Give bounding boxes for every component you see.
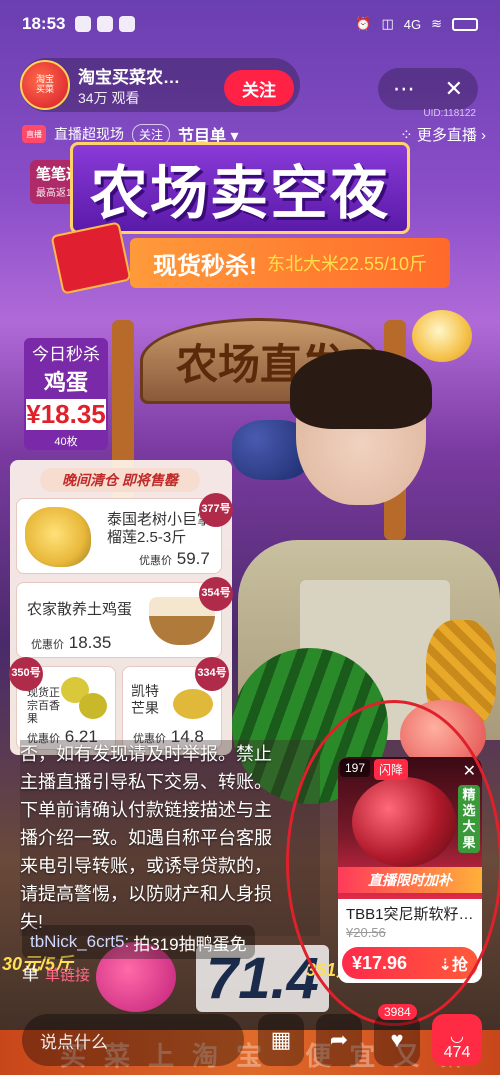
uid-label: UID:118122 [423, 108, 476, 119]
mango-image [173, 689, 213, 719]
board-item: 农家散养土鸡蛋 优惠价 18.35 354号 [16, 577, 233, 658]
top-right-controls: ⋯ ✕ [378, 68, 478, 110]
product-number-badge: 197 [340, 759, 371, 777]
sale-price: ¥17.96 [352, 952, 408, 973]
arrow-down-icon: ⇣ [438, 957, 452, 974]
cart-count: 474 [443, 1044, 471, 1061]
more-icon[interactable]: ⋯ [393, 76, 415, 102]
viewer-count: 34万 观看 [78, 89, 140, 106]
like-count: 3984 [378, 1004, 417, 1020]
grab-button[interactable]: ¥17.96 ⇣抢 [342, 947, 478, 979]
item-number-badge: 334号 [195, 657, 229, 691]
banner-title: 农场卖空夜 [70, 142, 410, 234]
status-bar: 18:53 ⏰ ◫ 4G ≋ [0, 0, 500, 48]
grab-label: ⇣抢 [438, 957, 468, 974]
close-icon[interactable]: ✕ [445, 76, 463, 102]
alarm-icon: ⏰ [355, 16, 372, 31]
flash-price-badge: 闪降 [374, 759, 409, 780]
chat-username[interactable]: tbNick_6crt5: [30, 932, 129, 952]
durian-image [25, 507, 91, 567]
item-number-badge: 377号 [199, 493, 233, 527]
pomegranate-image [352, 777, 456, 867]
app-notification-icon [97, 16, 114, 32]
chat-message-cont: 单单链接 [22, 965, 91, 984]
cart-icon: ◡ [450, 1028, 464, 1045]
banner-subtitle: 现货秒杀! 东北大米22.55/10斤 [130, 238, 450, 288]
network-label: 4G [403, 16, 422, 32]
clearance-board: 晚间清仓 即将售罄 泰国老树小巨掌榴莲2.5-3斤 优惠价 59.7 377号 … [9, 460, 233, 755]
board-item: 泰国老树小巨掌榴莲2.5-3斤 优惠价 59.7 377号 [16, 493, 233, 574]
battery-icon [452, 17, 478, 31]
channel-name[interactable]: 直播超现场 [54, 124, 124, 144]
item-number-badge: 354号 [199, 577, 233, 611]
red-envelope-icon [50, 221, 132, 295]
board-item: 现货正宗百香果 优惠价 6.21 350号 [9, 657, 116, 750]
host-hair [290, 349, 432, 429]
rice-price: 东北大米22.55/10斤 [266, 254, 428, 274]
original-price: ¥20.56 [346, 925, 386, 940]
board-title: 晚间清仓 即将售罄 [40, 468, 200, 492]
host-avatar[interactable]: 淘宝 买菜 [20, 60, 70, 110]
cart-button[interactable]: ◡ 474 [432, 1014, 482, 1066]
share-icon: ➦ [329, 1027, 349, 1052]
live-room: 18:53 ⏰ ◫ 4G ≋ 淘宝 买菜 淘宝买菜农… 34万 观看 关注 ⋯ ✕… [0, 0, 500, 1075]
like-button[interactable]: ♥ [374, 1014, 420, 1066]
grid-icon: ▦ [270, 1027, 292, 1052]
host-figure [286, 349, 436, 525]
host-name[interactable]: 淘宝买菜农… [78, 63, 180, 88]
live-subsidy-banner: 直播限时加补 [338, 867, 482, 893]
passionfruit-image [79, 693, 107, 719]
chat-message: tbNick_6crt5: 拍319抽鸭蛋免 [22, 925, 255, 959]
app-notification-icon [75, 16, 92, 32]
product-name[interactable]: TBB1突尼斯软籽… [346, 903, 478, 924]
select-label: 精选大果 [458, 785, 480, 853]
settings-notification-icon [119, 16, 136, 32]
share-button[interactable]: ➦ [316, 1014, 362, 1066]
item-number-badge: 350号 [9, 657, 43, 691]
close-icon[interactable]: ✕ [463, 761, 476, 781]
comment-input[interactable]: 说点什么 [22, 1014, 244, 1066]
status-time: 18:53 [22, 14, 66, 33]
today-deal-card[interactable]: 今日秒杀 鸡蛋 ¥18.35 40枚 [24, 338, 108, 450]
more-live-button[interactable]: ⁘ 更多直播 › [400, 124, 486, 145]
risk-notice: 否，如有发现请及时举报。禁止 主播直播引导私下交易、转账。 下单前请确认付款链接… [20, 740, 320, 936]
vibrate-icon: ◫ [381, 16, 394, 31]
board-item: 凯特芒果 优惠价 14.8 334号 [122, 657, 229, 750]
wifi-icon: ≋ [431, 16, 442, 31]
follow-button[interactable]: 关注 [224, 70, 294, 106]
heart-icon: ♥ [390, 1027, 404, 1052]
today-deal-price: ¥18.35 [24, 397, 108, 432]
product-list-button[interactable]: ▦ [258, 1014, 304, 1066]
channel-logo: 直播 [22, 125, 46, 143]
product-card[interactable]: 197 闪降 ✕ 精选大果 直播限时加补 TBB1突尼斯软籽… ¥20.56 ¥… [338, 757, 482, 983]
